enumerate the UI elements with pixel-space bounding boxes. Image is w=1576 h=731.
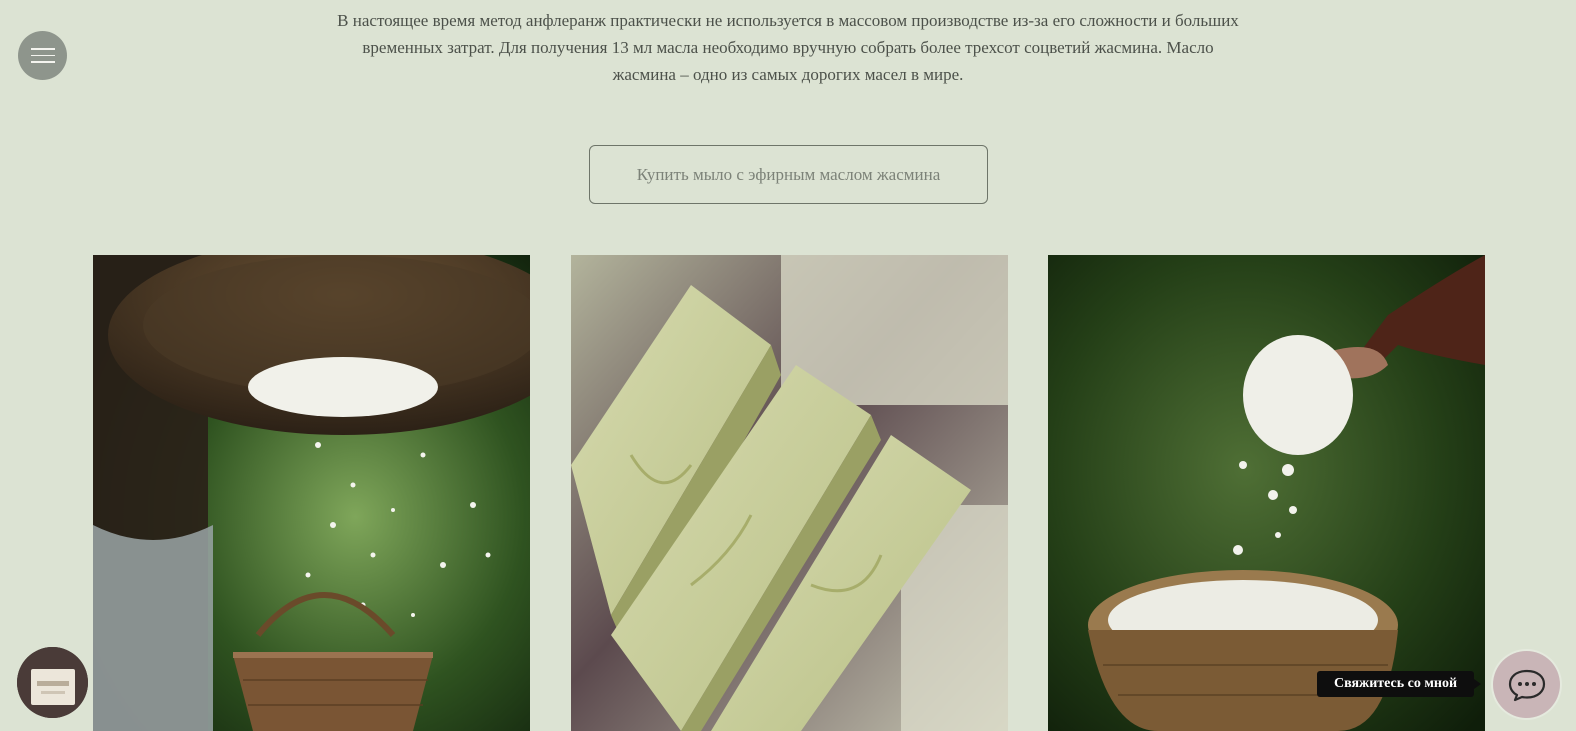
intro-line-2: временных затрат. Для получения 13 мл ма… bbox=[362, 38, 1214, 57]
gallery-image-basket-petals bbox=[93, 255, 530, 731]
jasmine-basket-illustration bbox=[1048, 255, 1485, 731]
hamburger-line bbox=[30, 61, 55, 63]
intro-paragraph: В настоящее время метод анфлеранж практи… bbox=[300, 7, 1276, 88]
product-avatar-button[interactable] bbox=[17, 647, 88, 718]
hamburger-line bbox=[30, 48, 55, 50]
soap-bars-illustration bbox=[571, 255, 1008, 731]
chat-button[interactable] bbox=[1493, 651, 1560, 718]
chat-bubble-icon bbox=[1508, 669, 1545, 701]
gallery-image-soap-bars bbox=[571, 255, 1008, 731]
hamburger-line bbox=[30, 54, 55, 57]
intro-line-3: жасмина – одно из самых дорогих масел в … bbox=[612, 65, 964, 84]
menu-button[interactable] bbox=[18, 31, 67, 80]
intro-line-1: В настоящее время метод анфлеранж практи… bbox=[337, 11, 1239, 30]
buy-soap-button[interactable]: Купить мыло с эфирным маслом жасмина bbox=[589, 145, 988, 204]
chat-tooltip: Свяжитесь со мной bbox=[1317, 671, 1482, 697]
gallery-image-jasmine-basket bbox=[1048, 255, 1485, 731]
basket-petals-illustration bbox=[93, 255, 530, 731]
soap-package-thumbnail bbox=[17, 647, 88, 718]
